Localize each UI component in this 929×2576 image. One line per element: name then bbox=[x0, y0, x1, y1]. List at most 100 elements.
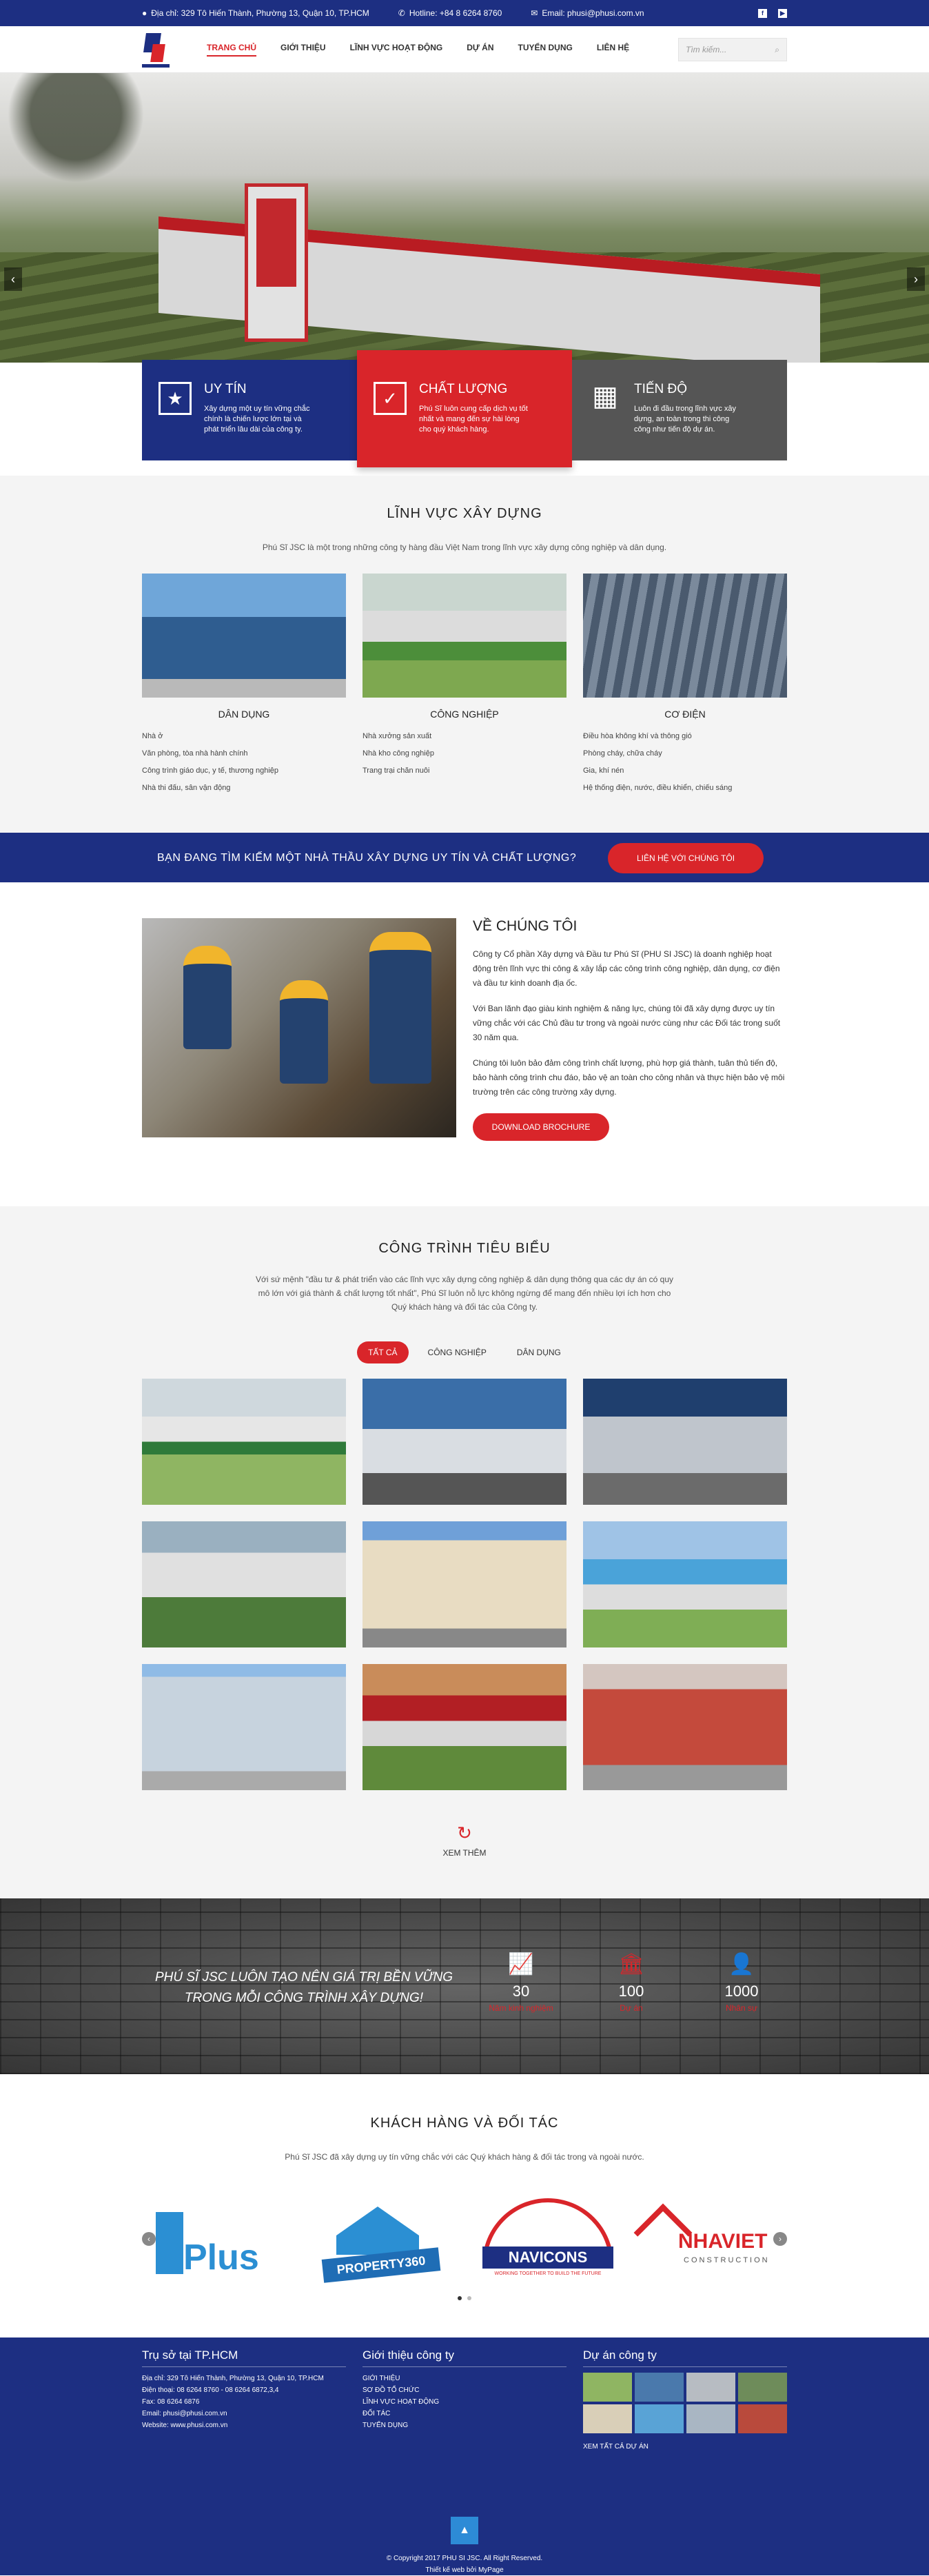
feature-progress: ▦ TIẾN ĐỘ Luôn đi đầu trong lĩnh vực xây … bbox=[572, 360, 787, 460]
nav-home[interactable]: TRANG CHỦ bbox=[207, 43, 256, 57]
nav-contact[interactable]: LIÊN HỆ bbox=[597, 43, 629, 57]
search-icon[interactable]: ⌕ bbox=[775, 45, 779, 55]
search-input[interactable]: Tìm kiếm... ⌕ bbox=[678, 38, 787, 61]
project-filter-tabs: TẤT CẢ CÔNG NGHIỆP DÂN DỤNG bbox=[0, 1341, 929, 1363]
slogan-text: PHÚ SĨ JSC LUÔN TẠO NÊN GIÁ TRỊ BỀN VỮNG… bbox=[154, 1970, 453, 2005]
nav-fields[interactable]: LĨNH VỰC HOẠT ĐỘNG bbox=[350, 43, 443, 57]
nav-recruitment[interactable]: TUYỂN DỤNG bbox=[518, 43, 573, 57]
project-card[interactable] bbox=[142, 1664, 346, 1790]
all-projects-link[interactable]: XEM TẤT CẢ DỰ ÁN bbox=[583, 2443, 787, 2451]
chart-icon: 📈 bbox=[508, 1953, 534, 1976]
stats-section: PHÚ SĨ JSC LUÔN TẠO NÊN GIÁ TRỊ BỀN VỮNG… bbox=[0, 1898, 929, 2074]
building-icon: 🏛 bbox=[617, 1953, 645, 1976]
project-card[interactable] bbox=[583, 1664, 787, 1790]
tab-civil[interactable]: DÂN DỤNG bbox=[506, 1341, 572, 1363]
company-logo[interactable] bbox=[142, 32, 170, 68]
tab-industrial[interactable]: CÔNG NGHIỆP bbox=[417, 1341, 498, 1363]
feature-quality: ✓ CHẤT LƯỢNG Phú Sĩ luôn cung cấp dịch vụ… bbox=[357, 350, 572, 467]
fields-section: LĨNH VỰC XÂY DỰNG Phú Sĩ JSC là một tron… bbox=[0, 476, 929, 834]
partners-section: KHÁCH HÀNG VÀ ĐỐI TÁC Phú Sĩ JSC đã xây … bbox=[0, 2074, 929, 2337]
hotline-info[interactable]: ✆ Hotline: +84 8 6264 8760 bbox=[398, 8, 502, 18]
footer-link[interactable]: LĨNH VỰC HOẠT ĐỘNG bbox=[363, 2396, 566, 2408]
section-title: KHÁCH HÀNG VÀ ĐỐI TÁC bbox=[370, 2116, 559, 2131]
partner-logo-nhaviet[interactable]: NHAVIET CONSTRUCTION bbox=[633, 2198, 787, 2288]
project-thumb[interactable] bbox=[686, 2373, 735, 2402]
partner-logo-property360[interactable]: PROPERTY360 bbox=[309, 2198, 453, 2288]
facebook-icon[interactable]: f bbox=[758, 8, 767, 18]
field-image[interactable] bbox=[363, 574, 566, 698]
project-grid bbox=[142, 1379, 787, 1790]
section-title: LĨNH VỰC XÂY DỰNG bbox=[387, 506, 542, 521]
banner-text: BẠN ĐANG TÌM KIẾM MỘT NHÀ THẦU XÂY DỰNG … bbox=[157, 852, 577, 864]
email-info[interactable]: ✉ Email: phusi@phusi.com.vn bbox=[531, 8, 644, 18]
project-thumb[interactable] bbox=[738, 2404, 787, 2433]
main-nav: TRANG CHỦ GIỚI THIỆU LĨNH VỰC HOẠT ĐỘNG … bbox=[207, 43, 629, 57]
feature-reputation: ★ UY TÍN Xây dựng một uy tín vững chắc ch… bbox=[142, 360, 357, 460]
project-thumb[interactable] bbox=[686, 2404, 735, 2433]
workers-image bbox=[142, 918, 456, 1137]
project-thumb[interactable] bbox=[635, 2404, 684, 2433]
field-image[interactable] bbox=[583, 574, 787, 698]
project-thumb[interactable] bbox=[635, 2373, 684, 2402]
stat-staff: 👤 1000 Nhân sự bbox=[700, 1952, 783, 2013]
section-desc: Với sứ mệnh "đầu tư & phát triển vào các… bbox=[256, 1275, 673, 1312]
footer-link[interactable]: TUYỂN DỤNG bbox=[363, 2420, 566, 2431]
footer-link[interactable]: ĐỐI TÁC bbox=[363, 2408, 566, 2420]
project-card[interactable] bbox=[583, 1379, 787, 1505]
stat-experience: 📈 30 Năm kinh nghiệm bbox=[480, 1952, 562, 2013]
footer-bottom: ▲ © Copyright 2017 PHU SI JSC. All Right… bbox=[0, 2517, 929, 2576]
site-header: TRANG CHỦ GIỚI THIỆU LĨNH VỰC HOẠT ĐỘNG … bbox=[0, 26, 929, 73]
project-card[interactable] bbox=[142, 1521, 346, 1647]
project-thumb[interactable] bbox=[583, 2373, 632, 2402]
top-bar: ● Địa chỉ: 329 Tô Hiến Thành, Phường 13, … bbox=[0, 0, 929, 26]
address-info: ● Địa chỉ: 329 Tô Hiến Thành, Phường 13, … bbox=[142, 8, 369, 18]
social-links: f ▶ bbox=[758, 8, 787, 18]
project-card[interactable] bbox=[363, 1379, 566, 1505]
site-footer: Trụ sở tại TP.HCM Địa chỉ: 329 Tô Hiến T… bbox=[0, 2337, 929, 2575]
field-mep: CƠ ĐIỆN Điều hòa không khí và thông gió P… bbox=[583, 574, 787, 797]
footer-projects: Dự án công ty XEM TẤT CẢ DỰ ÁN bbox=[583, 2349, 787, 2451]
footer-office: Trụ sở tại TP.HCM Địa chỉ: 329 Tô Hiến T… bbox=[142, 2349, 346, 2431]
carousel-dots bbox=[0, 2296, 929, 2300]
project-thumb[interactable] bbox=[583, 2404, 632, 2433]
section-title: CÔNG TRÌNH TIÊU BIỂU bbox=[378, 1241, 551, 1256]
load-more-button[interactable]: ↻ XEM THÊM bbox=[0, 1823, 929, 1858]
carousel-dot[interactable] bbox=[458, 2296, 462, 2300]
tab-all[interactable]: TẤT CẢ bbox=[357, 1341, 409, 1363]
phone-icon: ✆ bbox=[398, 8, 405, 18]
project-card[interactable] bbox=[583, 1521, 787, 1647]
projects-section: CÔNG TRÌNH TIÊU BIỂU Với sứ mệnh "đầu tư… bbox=[0, 1206, 929, 1898]
footer-link[interactable]: GIỚI THIỆU bbox=[363, 2373, 566, 2384]
youtube-icon[interactable]: ▶ bbox=[778, 8, 787, 18]
footer-link[interactable]: SƠ ĐỒ TỔ CHỨC bbox=[363, 2384, 566, 2396]
about-title: VỀ CHÚNG TÔI bbox=[473, 918, 578, 934]
partner-logo-navicons[interactable]: NAVICONS WORKING TOGETHER TO BUILD THE F… bbox=[476, 2198, 620, 2288]
field-image[interactable] bbox=[142, 574, 346, 698]
project-card[interactable] bbox=[363, 1521, 566, 1647]
checkbox-icon: ✓ bbox=[374, 382, 407, 415]
partner-logo-plus[interactable]: Plus bbox=[142, 2198, 287, 2288]
project-card[interactable] bbox=[363, 1664, 566, 1790]
about-section: VỀ CHÚNG TÔI Công ty Cổ phần Xây dựng và… bbox=[0, 882, 929, 1206]
back-to-top-icon[interactable]: ▲ bbox=[451, 2517, 478, 2544]
refresh-icon: ↻ bbox=[457, 1823, 472, 1843]
project-card[interactable] bbox=[142, 1379, 346, 1505]
person-icon: 👤 bbox=[728, 1953, 755, 1976]
download-brochure-button[interactable]: DOWNLOAD BROCHURE bbox=[473, 1113, 609, 1141]
star-icon: ★ bbox=[159, 382, 192, 415]
slider-prev-button[interactable]: ‹ bbox=[4, 267, 22, 291]
contact-banner: BẠN ĐANG TÌM KIẾM MỘT NHÀ THẦU XÂY DỰNG … bbox=[0, 833, 929, 882]
slider-next-button[interactable]: › bbox=[907, 267, 925, 291]
hero-slider: ‹ › bbox=[0, 73, 929, 363]
contact-us-button[interactable]: LIÊN HỆ VỚI CHÚNG TÔI bbox=[608, 843, 764, 873]
field-industrial: CÔNG NGHIỆP Nhà xưởng sản xuất Nhà kho cô… bbox=[363, 574, 566, 797]
feature-boxes: ★ UY TÍN Xây dựng một uy tín vững chắc ch… bbox=[142, 350, 787, 467]
nav-about[interactable]: GIỚI THIỆU bbox=[280, 43, 326, 57]
stat-projects: 🏛 100 Dự án bbox=[590, 1952, 673, 2013]
nav-projects[interactable]: DỰ ÁN bbox=[467, 43, 493, 57]
project-thumb[interactable] bbox=[738, 2373, 787, 2402]
section-desc: Phú Sĩ JSC là một trong những công ty hà… bbox=[262, 542, 667, 552]
location-icon: ● bbox=[142, 8, 147, 18]
calendar-icon: ▦ bbox=[592, 381, 618, 412]
carousel-dot[interactable] bbox=[467, 2296, 471, 2300]
